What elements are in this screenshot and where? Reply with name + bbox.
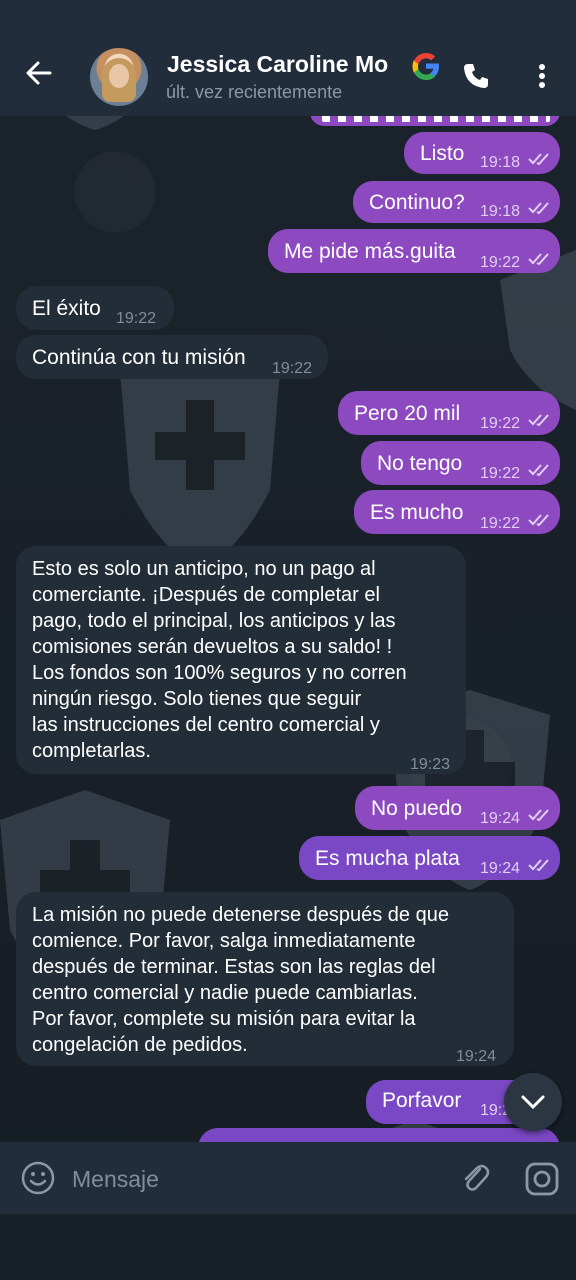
message-bubble-outgoing[interactable]: Es mucho 19:22 [354, 490, 560, 534]
message-time: 19:24 [480, 860, 521, 877]
message-text: Esto es solo un anticipo, no un pago al … [32, 558, 407, 762]
double-check-icon [528, 414, 549, 427]
double-check-icon [528, 514, 549, 527]
message-text: Me pide más.guita [284, 240, 456, 263]
message-time: 19:22 [480, 465, 521, 482]
double-check-icon [528, 202, 549, 215]
message-text: Es mucha plata [315, 847, 460, 870]
double-check-icon [528, 464, 549, 477]
message-time: 19:24 [456, 1048, 497, 1065]
more-vertical-icon[interactable] [526, 60, 558, 92]
contact-name[interactable]: Jessica Caroline Mo [167, 51, 417, 78]
message-bubble-outgoing[interactable]: Es mucha plata 19:24 [299, 836, 560, 880]
emoji-icon[interactable] [20, 1160, 56, 1196]
chat-header: Jessica Caroline Mo últ. vez recientemen… [0, 0, 576, 116]
avatar[interactable] [90, 48, 148, 106]
message-text: Pero 20 mil [354, 402, 461, 425]
message-text: Continuo? [369, 191, 465, 214]
double-check-icon [528, 153, 549, 166]
message-time: 19:23 [410, 756, 451, 773]
message-time: 19:22 [116, 310, 157, 327]
bottom-area [0, 1214, 576, 1280]
message-bubble-incoming[interactable]: La misión no puede detenerse después de … [16, 892, 514, 1066]
message-time: 19:24 [480, 810, 521, 827]
message-text: Porfavor [382, 1089, 462, 1112]
google-icon[interactable] [408, 48, 444, 84]
message-time: 19:22 [272, 360, 313, 377]
message-bubble-outgoing[interactable]: Continuo? 19:18 [353, 181, 560, 223]
message-text: Continúa con tu misión [32, 346, 246, 369]
scroll-down-button[interactable] [504, 1073, 562, 1131]
message-text: No puedo [371, 797, 463, 820]
message-bubble-outgoing[interactable]: No tengo 19:22 [361, 441, 560, 485]
message-bubble-incoming[interactable]: Esto es solo un anticipo, no un pago al … [16, 546, 466, 774]
message-text: Listo [420, 142, 465, 165]
double-check-icon [528, 809, 549, 822]
chevron-down-icon [521, 1095, 545, 1110]
phone-icon[interactable] [460, 60, 492, 92]
paperclip-icon[interactable] [458, 1160, 492, 1196]
message-time: 19:22 [480, 515, 521, 532]
message-input[interactable] [70, 1160, 434, 1198]
double-check-icon [528, 859, 549, 872]
arrow-left-icon[interactable] [22, 56, 56, 90]
message-bubble-outgoing[interactable]: Pero 20 mil 19:22 [338, 391, 560, 435]
message-time: 19:22 [480, 254, 521, 271]
message-text: La misión no puede detenerse después de … [32, 904, 449, 1056]
message-bubble-incoming[interactable]: Continúa con tu misión 19:22 [16, 335, 328, 379]
message-bubble-outgoing[interactable]: Listo 19:18 [404, 132, 560, 174]
message-bubble-incoming[interactable]: El éxito 19:22 [16, 286, 174, 330]
message-text: Es mucho [370, 501, 464, 524]
message-bubble-outgoing[interactable]: No puedo 19:24 [355, 786, 560, 830]
contact-status: últ. vez recientemente [166, 82, 343, 102]
instagram-icon[interactable] [523, 1160, 561, 1198]
message-text: El éxito [32, 297, 101, 320]
message-time: 19:18 [480, 154, 521, 171]
message-bubble-outgoing[interactable]: Me pide más.guita 19:22 [268, 229, 560, 273]
message-time: 19:22 [480, 415, 521, 432]
message-time: 19:18 [480, 203, 521, 220]
double-check-icon [528, 253, 549, 266]
message-text: No tengo [377, 452, 463, 475]
